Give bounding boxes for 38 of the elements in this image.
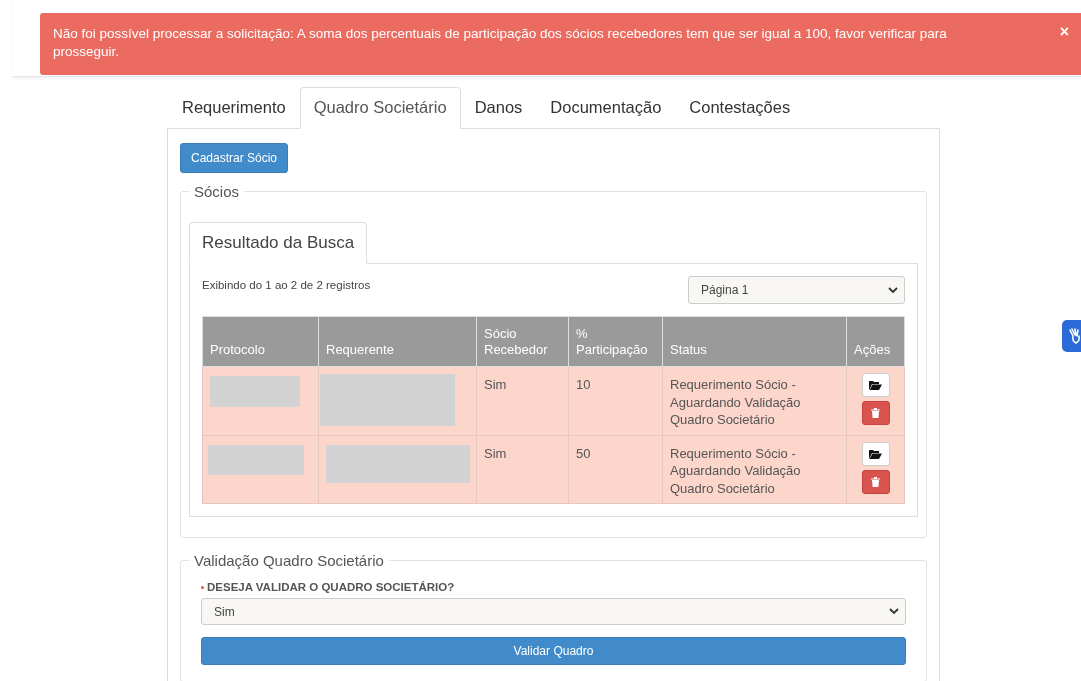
- add-partner-button[interactable]: Cadastrar Sócio: [180, 143, 289, 173]
- folder-icon: [869, 380, 882, 390]
- tab[interactable]: Danos: [460, 87, 537, 129]
- folder-button[interactable]: [861, 441, 890, 466]
- tab[interactable]: Resultado da Busca: [189, 222, 368, 264]
- validate-button[interactable]: Validar Quadro: [201, 637, 906, 665]
- answer-select[interactable]: Sim: [201, 598, 906, 625]
- column-header: Requerente: [318, 316, 477, 367]
- trash-icon: [871, 476, 880, 487]
- table-cell: 10: [568, 366, 663, 435]
- table-cell: Requerimento Sócio - Aguardando Validação Quadro Societário: [662, 435, 847, 504]
- tab[interactable]: Contestações: [675, 87, 805, 129]
- chevron-down-icon: [889, 608, 899, 615]
- trash-icon: [871, 408, 880, 418]
- page-select[interactable]: Página 1: [688, 276, 905, 304]
- table-cell: 50: [568, 435, 663, 504]
- column-header: Ações: [846, 316, 905, 367]
- tab[interactable]: Quadro Societário: [299, 87, 461, 129]
- fieldset-legend: Sócios: [189, 183, 245, 200]
- records-summary: Exibindo do 1 ao 2 de 2 registros: [202, 279, 371, 291]
- column-header: Protocolo: [202, 316, 319, 367]
- table-cell: Sim: [476, 435, 569, 504]
- column-header: Status: [662, 316, 847, 367]
- fieldset-legend: Validação Quadro Societário: [189, 552, 389, 569]
- delete-button[interactable]: [861, 401, 890, 425]
- alert-message: Não foi possível processar a solicitação: A soma dos percentuais de participação dos sócios recebedores tem que ser igual a 100, favor verificar para prosseguir.: [53, 25, 948, 61]
- tab[interactable]: Documentação: [536, 87, 676, 129]
- tab[interactable]: Requerimento: [168, 87, 300, 129]
- folder-icon: [869, 448, 882, 459]
- table-cell: Requerimento Sócio - Aguardando Validação Quadro Societário: [662, 366, 847, 435]
- chevron-down-icon: [888, 286, 898, 294]
- hands-icon: [1067, 327, 1081, 345]
- delete-button[interactable]: [861, 469, 890, 494]
- column-header: % Participação: [568, 316, 663, 367]
- folder-button[interactable]: [861, 373, 890, 397]
- column-header: Sócio Recebedor: [476, 316, 569, 367]
- table-cell: Sim: [476, 366, 569, 435]
- field-label: DESEJA VALIDAR O QUADRO SOCIETÁRIO?: [207, 581, 455, 593]
